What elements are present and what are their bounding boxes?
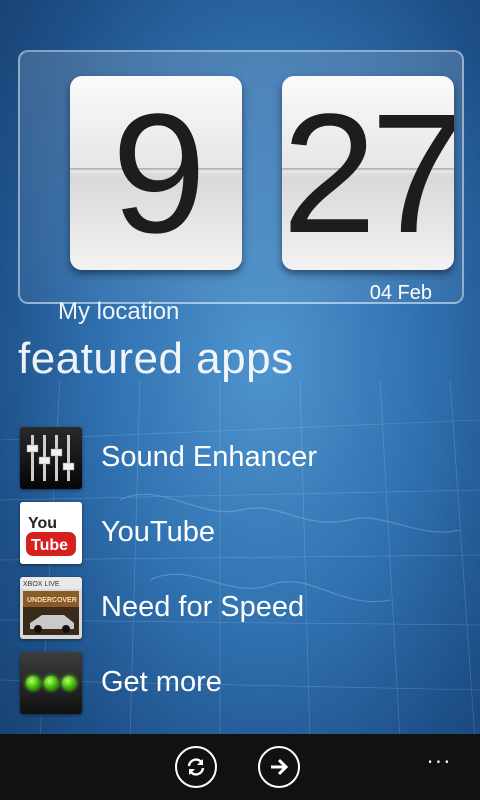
app-label: Get more (101, 666, 222, 698)
app-label: YouTube (101, 516, 215, 548)
arrow-right-icon (271, 758, 289, 776)
app-item-need-for-speed[interactable]: XBOX LIVE UNDERCOVER Need for Speed (20, 570, 460, 645)
location-label: My location (58, 298, 180, 325)
xbox-live-badge: XBOX LIVE (23, 581, 60, 588)
refresh-icon (187, 758, 205, 776)
clock-weather-widget[interactable]: 9 27 My location 04 Feb (18, 50, 464, 325)
featured-app-list: Sound Enhancer You Tube YouTube XBOX LIV… (20, 420, 460, 720)
featured-apps-heading: featured apps (18, 334, 294, 383)
date-label: 04 Feb (369, 282, 432, 304)
application-bar: ... (0, 734, 480, 800)
nfs-caption: UNDERCOVER (27, 597, 77, 604)
app-item-youtube[interactable]: You Tube YouTube (20, 495, 460, 570)
app-label: Sound Enhancer (101, 441, 318, 473)
get-more-icon (20, 651, 82, 714)
more-options-button[interactable]: ... (427, 744, 452, 768)
app-item-sound-enhancer[interactable]: Sound Enhancer (20, 420, 460, 495)
app-label: Need for Speed (101, 591, 305, 623)
sound-enhancer-icon (20, 426, 82, 489)
need-for-speed-icon: XBOX LIVE UNDERCOVER (20, 576, 82, 639)
refresh-button[interactable] (175, 746, 217, 788)
app-item-get-more[interactable]: Get more (20, 645, 460, 720)
clock-hour: 9 (111, 79, 207, 269)
minute-flip-card: 27 (282, 76, 454, 270)
youtube-icon: You Tube (20, 501, 82, 564)
hour-flip-card: 9 (70, 76, 242, 270)
clock-minute: 27 (282, 79, 454, 269)
youtube-icon-tube: Tube (31, 537, 68, 554)
youtube-icon-you: You (28, 515, 57, 532)
next-button[interactable] (258, 746, 300, 788)
